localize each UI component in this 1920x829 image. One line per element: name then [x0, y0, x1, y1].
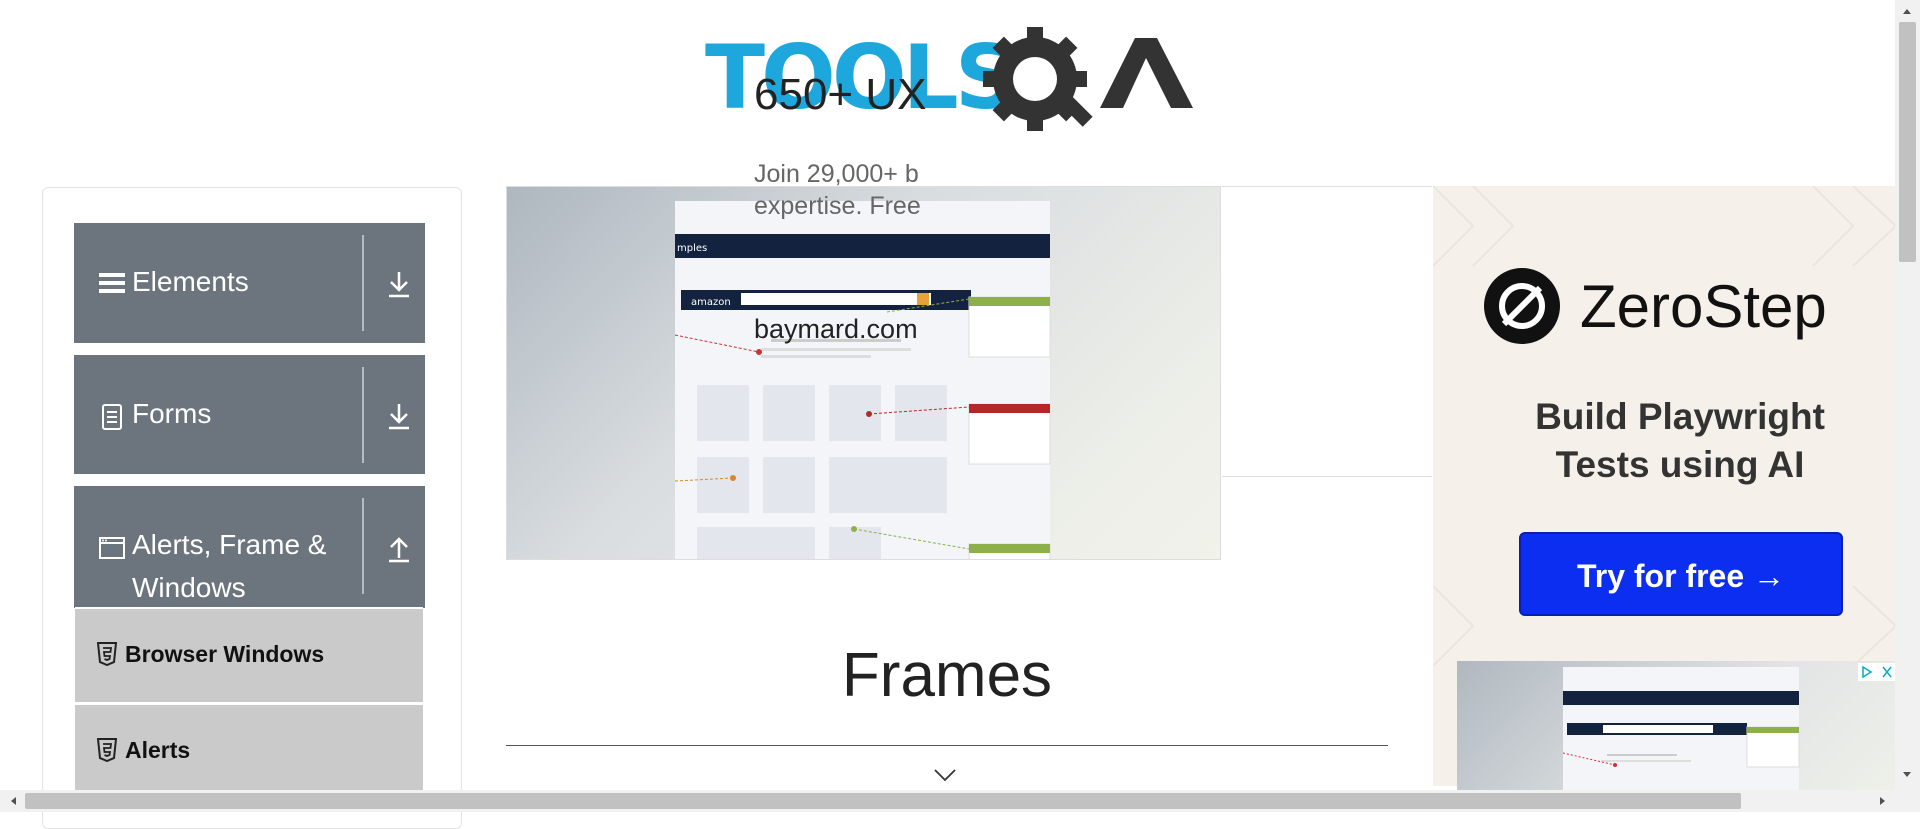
try-for-free-button[interactable]: Try for free → — [1519, 532, 1843, 616]
zerostep-tagline: Build Playwright Tests using AI — [1480, 393, 1880, 489]
zerostep-brand: ZeroStep — [1580, 273, 1827, 340]
ad-image[interactable]: mples amazon — [506, 186, 1221, 560]
ad-domain[interactable]: baymard.com — [754, 314, 918, 345]
sidebar-group-forms[interactable]: Forms — [74, 355, 425, 474]
ad-screenshot-illustration: mples amazon — [674, 201, 1051, 559]
sidebar-item-label: Browser Windows — [125, 641, 325, 667]
html5-icon — [97, 642, 117, 666]
window-icon — [99, 537, 125, 559]
ad-description: Join 29,000+ b expertise. Free — [754, 158, 934, 222]
scroll-down-arrow-icon[interactable] — [1900, 768, 1914, 782]
ad-thumbnail-illustration — [1562, 667, 1800, 791]
divider — [362, 235, 364, 331]
hamburger-icon — [99, 273, 125, 293]
vertical-scrollbar-thumb[interactable] — [1899, 22, 1916, 262]
sidebar-group-label-line2: Windows — [132, 572, 246, 603]
scroll-left-arrow-icon[interactable] — [6, 794, 20, 808]
ad-text-panel[interactable] — [1222, 186, 1432, 561]
page-title: Frames — [841, 641, 1053, 710]
document-icon — [102, 404, 122, 430]
download-arrow-icon[interactable] — [386, 269, 412, 299]
sidebar-group-label: Forms — [132, 398, 212, 429]
ad-thumbnail[interactable] — [1457, 661, 1897, 791]
zerostep-tagline-line1: Build Playwright — [1535, 396, 1825, 437]
sidebar-item-browser-windows[interactable]: Browser Windows — [75, 607, 423, 702]
title-divider — [506, 745, 1388, 746]
scroll-right-arrow-icon[interactable] — [1876, 794, 1890, 808]
chevron-down-icon[interactable] — [933, 767, 957, 783]
ad-image-brand: amazon — [691, 297, 731, 308]
sidebar-group-label: Elements — [132, 266, 249, 297]
html5-icon — [97, 738, 117, 762]
sidebar-group-alerts-frame-windows[interactable]: Alerts, Frame & Windows — [74, 486, 425, 608]
sidebar-group-elements[interactable]: Elements — [74, 223, 425, 343]
zerostep-logo-icon — [1484, 268, 1560, 344]
divider — [362, 367, 364, 463]
scroll-up-arrow-icon[interactable] — [1900, 4, 1914, 18]
ad-divider — [1222, 476, 1432, 477]
ad-description-line1: Join 29,000+ b — [754, 160, 919, 188]
horizontal-scrollbar-thumb[interactable] — [25, 793, 1741, 809]
download-arrow-icon[interactable] — [386, 401, 412, 431]
svg-text:mples: mples — [677, 243, 707, 254]
ad-title[interactable]: 650+ UX — [754, 70, 926, 120]
ad-description-line2: expertise. Free — [754, 192, 921, 220]
divider — [362, 498, 364, 594]
sidebar-item-alerts[interactable]: Alerts — [75, 703, 423, 798]
zerostep-tagline-line2: Tests using AI — [1555, 444, 1805, 485]
sidebar-item-label: Alerts — [125, 737, 191, 763]
upload-arrow-icon[interactable] — [386, 534, 412, 564]
sidebar-group-label-line1: Alerts, Frame & — [132, 529, 327, 560]
adchoices-icon[interactable] — [1858, 663, 1896, 681]
